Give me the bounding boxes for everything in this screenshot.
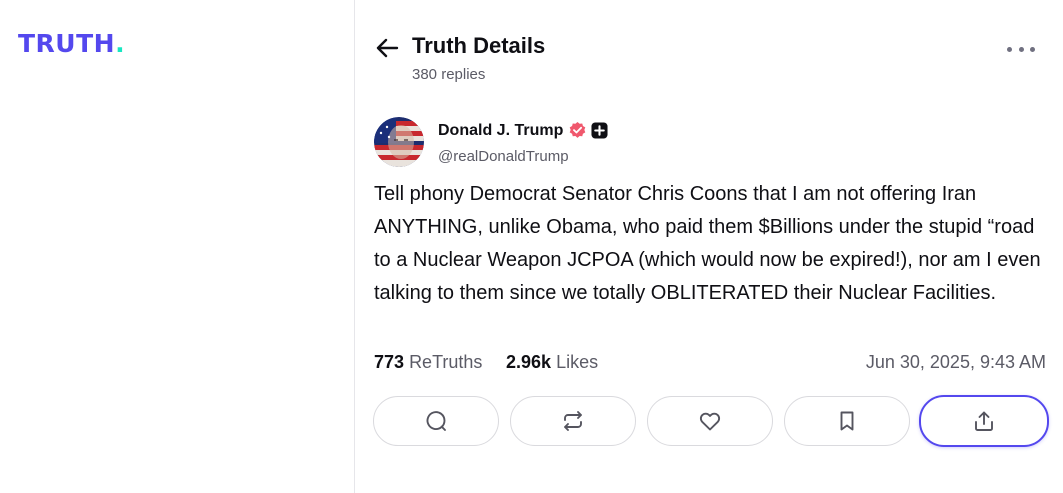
comment-icon [426,411,446,431]
reply-button[interactable] [373,396,499,446]
like-button[interactable] [647,396,773,446]
retruths-count: 773 [374,352,405,372]
truth-logo[interactable]: TRUTH. [18,30,125,58]
author-name-line: Donald J. Trump [438,121,608,140]
likes-count: 2.96k [506,352,552,372]
heart-icon [699,412,721,431]
retruths-stat[interactable]: 773 ReTruths [374,352,482,373]
post-actions [373,395,1053,448]
more-horizontal-icon [1007,46,1012,52]
more-dot [1030,46,1035,52]
back-button[interactable] [374,36,400,60]
avatar[interactable] [374,117,424,167]
arrow-left-icon [376,38,399,58]
more-dot [1018,46,1024,52]
share-button[interactable] [919,395,1049,447]
more-options-button[interactable] [1007,39,1035,59]
verified-badge-icon [570,121,586,138]
left-rail: TRUTH. [0,0,355,493]
page-header: Truth Details 380 replies [356,30,1063,86]
main-column: Truth Details 380 replies Donald J. Trum… [356,0,1063,493]
likes-label: Likes [556,352,599,372]
bookmark-button[interactable] [784,396,910,446]
logo-wordmark: TRUTH [18,29,116,58]
post-author: Donald J. Trump @realDonaldTrump [374,117,1034,171]
post-timestamp: Jun 30, 2025, 9:43 AM [865,352,1046,372]
retruth-button[interactable] [510,396,636,446]
post-stats: 773 ReTruths 2.96k Likes Jun 30, 2025, 9… [374,352,1046,378]
retruths-label: ReTruths [409,352,483,372]
replies-count: 380 replies [412,66,486,83]
repost-icon [564,411,582,431]
author-handle[interactable]: @realDonaldTrump [438,148,569,165]
bookmark-icon [840,411,854,431]
plus-badge-icon [591,122,608,139]
page-title: Truth Details [412,33,546,58]
logo-dot: . [115,29,126,58]
avatar-image [374,117,424,167]
post-text: Tell phony Democrat Senator Chris Coons … [374,183,1041,304]
likes-stat[interactable]: 2.96k Likes [506,352,598,373]
author-name[interactable]: Donald J. Trump [438,122,563,140]
share-icon [975,411,993,431]
